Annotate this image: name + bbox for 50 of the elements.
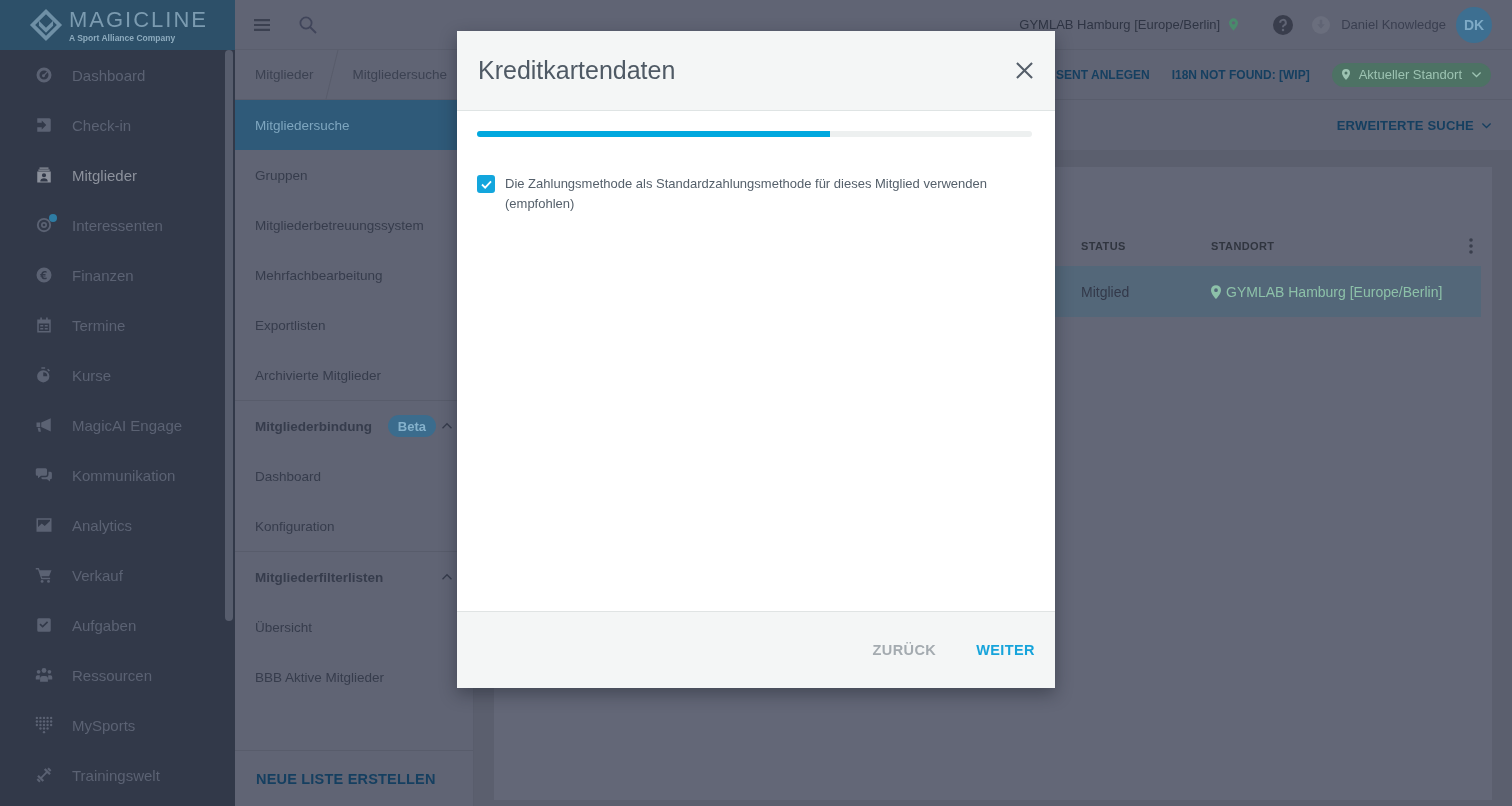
menu-button[interactable]: [254, 18, 270, 31]
sidebar-item[interactable]: Mitglieder: [0, 150, 223, 200]
beta-badge: Beta: [387, 415, 436, 437]
help-icon[interactable]: [1273, 14, 1294, 35]
user-avatar[interactable]: DK: [1456, 6, 1492, 43]
column-header: STANDORT: [1211, 240, 1276, 252]
people-icon: [35, 666, 53, 684]
scrollbar-thumb[interactable]: [225, 50, 233, 621]
chat-bubbles-icon: [35, 466, 53, 484]
checkbox-label: Die Zahlungsmethode als Standardzahlungsmethode für dieses Mitglied verwenden (empfohlen): [505, 175, 988, 213]
target-icon: [35, 216, 53, 234]
create-list-button[interactable]: NEUE LISTE ERSTELLEN: [256, 770, 436, 787]
kebab-menu-icon[interactable]: [1468, 238, 1473, 254]
close-icon: [1016, 62, 1033, 79]
logo-wordmark: MAGICLINE: [69, 7, 209, 31]
calendar-icon: [35, 316, 53, 334]
location-pin-icon: [1211, 284, 1221, 299]
back-button[interactable]: ZURÜCK: [872, 636, 937, 664]
megaphone-icon: [35, 416, 53, 434]
gauge-icon: [35, 66, 53, 84]
checkbox[interactable]: [477, 175, 495, 193]
chevron-up-icon[interactable]: [441, 422, 453, 430]
stopwatch-icon: [35, 366, 53, 384]
advanced-search-toggle[interactable]: ERWEITERTE SUCHE: [1336, 117, 1492, 133]
column-header: STATUS: [1081, 240, 1127, 252]
diamond-logo-icon: [29, 8, 63, 42]
dumbbell-icon: [35, 766, 53, 784]
action-link[interactable]: SENT ANLEGEN: [1056, 67, 1150, 82]
location-pin-icon: [1341, 69, 1350, 80]
action-link[interactable]: I18N NOT FOUND: [WIP]: [1171, 67, 1310, 82]
menu-icon: [254, 18, 270, 31]
next-button[interactable]: WEITER: [976, 636, 1035, 664]
search-icon: [299, 15, 317, 34]
close-button[interactable]: [1016, 62, 1033, 79]
euro-icon: [35, 266, 53, 284]
location-cell: GYMLAB Hamburg [Europe/Berlin]: [1226, 283, 1443, 300]
login-arrow-icon: [35, 116, 53, 134]
dot-grid-icon: [35, 716, 53, 734]
cart-icon: [35, 566, 53, 584]
chevron-down-icon: [1471, 71, 1482, 78]
search-button[interactable]: [299, 15, 317, 34]
area-chart-icon: [35, 516, 53, 534]
location-filter[interactable]: Aktueller Standort: [1331, 62, 1491, 87]
location-pin-icon: [1229, 18, 1239, 31]
chevron-down-icon: [1481, 121, 1492, 129]
logo-tagline: A Sport Alliance Company: [69, 32, 176, 43]
contact-card-icon: [35, 166, 53, 184]
dialog-title: Kreditkartendaten: [478, 56, 676, 85]
checkmark-icon: [480, 179, 492, 189]
chevron-up-icon[interactable]: [441, 573, 453, 581]
